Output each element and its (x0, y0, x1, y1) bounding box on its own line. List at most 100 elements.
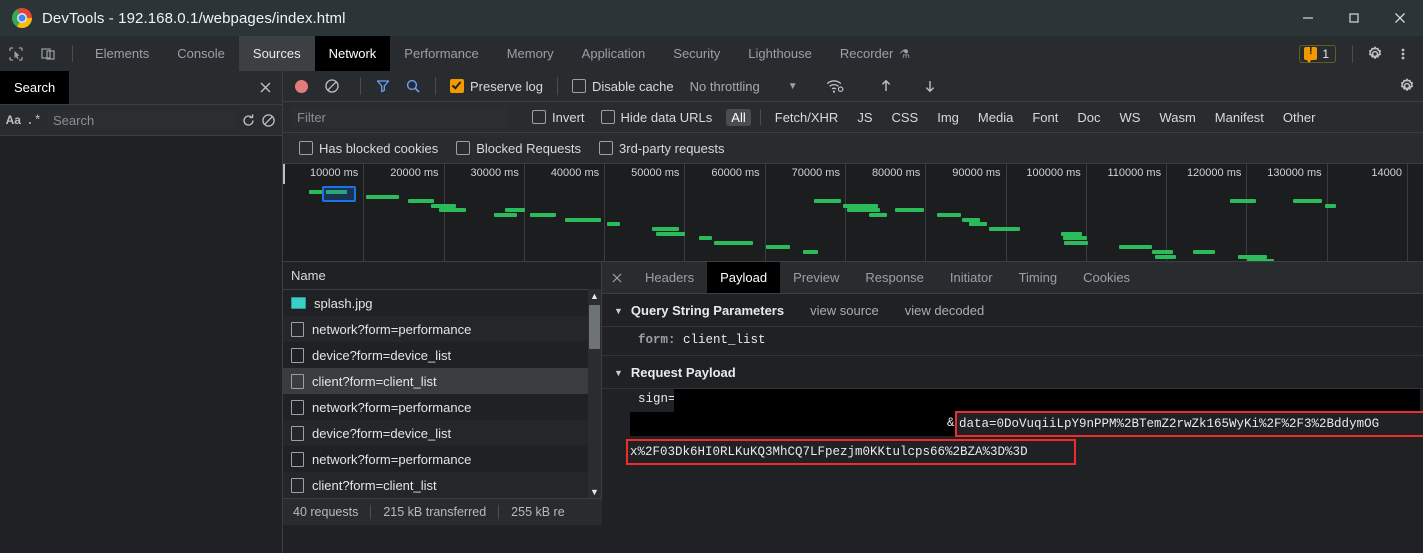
warning-count: 1 (1322, 46, 1329, 61)
import-har-icon[interactable] (878, 78, 894, 94)
triangle-down-icon[interactable]: ▼ (614, 306, 623, 316)
tab-memory[interactable]: Memory (493, 36, 568, 71)
tab-initiator[interactable]: Initiator (937, 262, 1006, 293)
clear-icon[interactable] (324, 78, 340, 94)
type-filter-all[interactable]: All (726, 108, 751, 126)
details-tab-bar: Headers Payload Preview Response Initiat… (602, 262, 1423, 294)
blocked-requests-label: Blocked Requests (476, 140, 582, 156)
network-toolbar: Preserve log Disable cache No throttling… (283, 71, 1423, 102)
export-har-icon[interactable] (922, 78, 938, 94)
close-icon[interactable] (259, 71, 272, 104)
request-list-scrollbar[interactable]: ▲ ▼ (588, 289, 601, 498)
type-filter-font[interactable]: Font (1027, 109, 1063, 126)
tab-timing[interactable]: Timing (1006, 262, 1071, 293)
tab-performance[interactable]: Performance (390, 36, 492, 71)
blocked-requests-checkbox[interactable]: Blocked Requests (456, 141, 581, 156)
table-row[interactable]: client?form=client_list (283, 472, 601, 498)
table-row[interactable]: client?form=client_list (283, 368, 601, 394)
type-filter-ws[interactable]: WS (1114, 109, 1145, 126)
tab-security[interactable]: Security (659, 36, 734, 71)
network-overview-timeline[interactable]: 10000 ms 20000 ms 30000 ms 40000 ms 50000 ms… (283, 164, 1423, 262)
kebab-menu-icon[interactable] (1389, 36, 1417, 71)
tab-preview[interactable]: Preview (780, 262, 852, 293)
type-filter-media[interactable]: Media (973, 109, 1018, 126)
scrollbar-thumb[interactable] (589, 305, 600, 349)
timeline-request-bar (430, 203, 456, 208)
third-party-requests-checkbox[interactable]: 3rd-party requests (599, 141, 725, 156)
checkbox-box (450, 79, 464, 93)
gear-icon[interactable] (1399, 78, 1415, 94)
timeline-request-bar (937, 213, 962, 218)
tab-elements[interactable]: Elements (81, 36, 163, 71)
gear-icon[interactable] (1361, 36, 1389, 71)
inspect-element-icon[interactable] (0, 36, 32, 71)
table-row[interactable]: network?form=performance (283, 316, 601, 342)
chevron-down-icon[interactable]: ▼ (788, 81, 798, 92)
disable-cache-checkbox[interactable]: Disable cache (571, 79, 674, 94)
type-filter-doc[interactable]: Doc (1072, 109, 1105, 126)
table-row[interactable]: splash.jpg (283, 290, 601, 316)
tab-lighthouse[interactable]: Lighthouse (734, 36, 826, 71)
tab-strip-actions: 1 (1299, 36, 1423, 71)
timeline-selection[interactable] (321, 186, 356, 202)
type-filter-js[interactable]: JS (852, 109, 877, 126)
tab-sources[interactable]: Sources (238, 36, 315, 71)
tab-console[interactable]: Console (163, 36, 239, 71)
tab-network[interactable]: Network (314, 36, 391, 71)
has-blocked-cookies-checkbox[interactable]: Has blocked cookies (299, 141, 438, 156)
invert-checkbox[interactable]: Invert (532, 110, 585, 125)
table-row[interactable]: network?form=performance (283, 394, 601, 420)
timeline-request-bar (1060, 231, 1082, 236)
throttling-select[interactable]: No throttling (690, 79, 760, 94)
close-icon[interactable] (1377, 0, 1423, 36)
match-case-button[interactable]: Aa (4, 108, 23, 132)
view-source-link[interactable]: view source (810, 303, 879, 318)
table-row[interactable]: network?form=performance (283, 446, 601, 472)
table-row[interactable]: device?form=device_list (283, 342, 601, 368)
filter-funnel-icon[interactable] (375, 78, 391, 94)
view-decoded-link[interactable]: view decoded (905, 303, 985, 318)
warning-count-badge[interactable]: 1 (1299, 44, 1336, 63)
type-filter-img[interactable]: Img (932, 109, 964, 126)
type-filter-fetch-xhr[interactable]: Fetch/XHR (770, 109, 844, 126)
type-filter-other[interactable]: Other (1278, 109, 1321, 126)
hide-data-urls-checkbox[interactable]: Hide data URLs (600, 110, 712, 125)
maximize-icon[interactable] (1331, 0, 1377, 36)
tab-label: Sources (252, 46, 301, 61)
search-input[interactable] (47, 110, 235, 130)
tab-cookies[interactable]: Cookies (1070, 262, 1143, 293)
filter-input[interactable] (291, 107, 508, 127)
tab-recorder[interactable]: Recorder ⚗ (826, 36, 924, 71)
query-string-section-header[interactable]: ▼ Query String Parameters view source vi… (602, 294, 1423, 327)
clear-icon[interactable] (260, 108, 279, 132)
tab-headers[interactable]: Headers (632, 262, 707, 293)
devtools-window: DevTools - 192.168.0.1/webpages/index.ht… (0, 0, 1423, 553)
search-icon[interactable] (405, 78, 421, 94)
tab-payload[interactable]: Payload (707, 262, 781, 293)
tab-search[interactable]: Search (0, 71, 70, 104)
timeline-request-bar (564, 217, 601, 222)
network-conditions-icon[interactable] (826, 78, 844, 94)
type-filter-wasm[interactable]: Wasm (1154, 109, 1200, 126)
minimize-icon[interactable] (1285, 0, 1331, 36)
timeline-gridline (1326, 164, 1328, 261)
tab-response[interactable]: Response (852, 262, 937, 293)
scroll-down-arrow-icon[interactable]: ▼ (588, 485, 601, 498)
payload-line-3: x%2F03Dk6HI0RLKuKQ3MhCQ7LFpezjm0KKtulcps… (602, 437, 1423, 465)
tab-application[interactable]: Application (568, 36, 660, 71)
invert-label: Invert (552, 109, 585, 125)
scroll-up-arrow-icon[interactable]: ▲ (588, 289, 601, 302)
refresh-icon[interactable] (239, 108, 258, 132)
warning-icon (1304, 45, 1318, 63)
close-icon[interactable] (602, 262, 632, 293)
table-row[interactable]: device?form=device_list (283, 420, 601, 446)
device-toolbar-icon[interactable] (32, 36, 64, 71)
regex-button[interactable]: .* (25, 108, 44, 132)
type-filter-css[interactable]: CSS (887, 109, 924, 126)
preserve-log-checkbox[interactable]: Preserve log (450, 79, 543, 94)
type-filter-manifest[interactable]: Manifest (1210, 109, 1269, 126)
record-stop-icon[interactable] (295, 79, 308, 93)
request-list-header[interactable]: Name (283, 262, 601, 290)
request-payload-section-header[interactable]: ▼ Request Payload (602, 356, 1423, 389)
triangle-down-icon[interactable]: ▼ (614, 368, 623, 378)
